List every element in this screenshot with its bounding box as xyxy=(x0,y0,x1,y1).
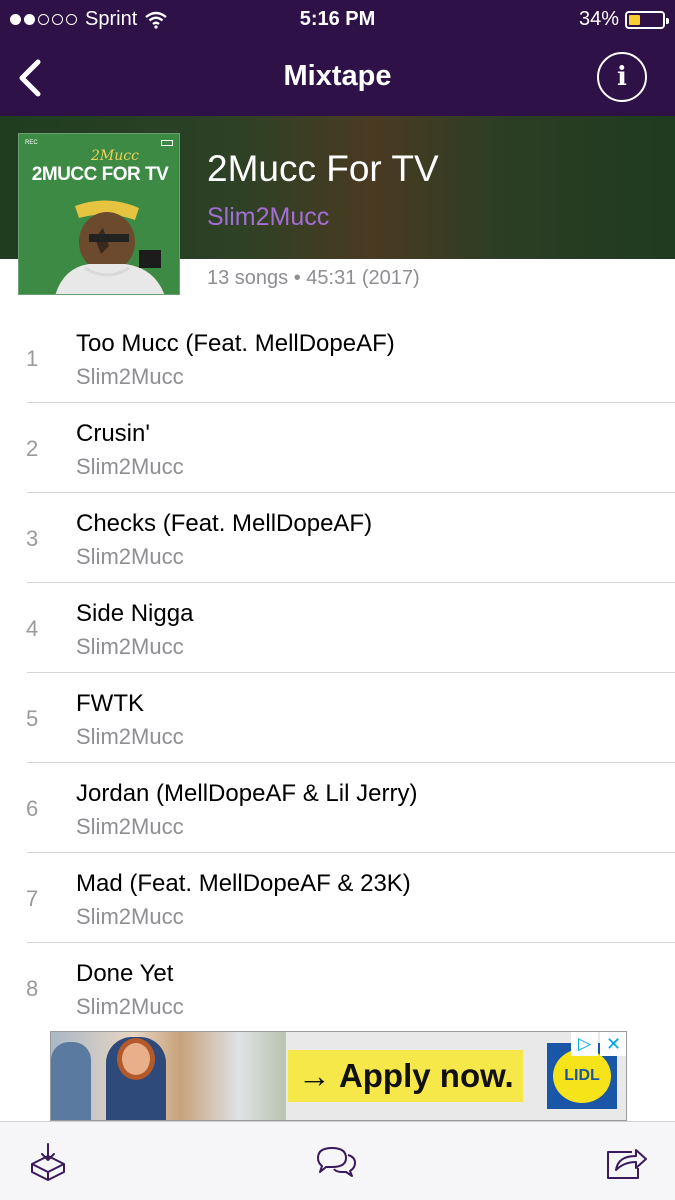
download-button[interactable] xyxy=(26,1140,70,1184)
track-title: Done Yet xyxy=(76,960,174,987)
track-title: Crusin' xyxy=(76,420,150,447)
status-bar: Sprint 5:16 PM 34% xyxy=(0,0,675,40)
track-title: Jordan (MellDopeAF & Lil Jerry) xyxy=(76,780,418,807)
info-button[interactable]: i xyxy=(597,52,647,102)
track-artist: Slim2Mucc xyxy=(76,454,184,479)
chat-bubbles-icon xyxy=(317,1147,356,1177)
track-artist: Slim2Mucc xyxy=(76,814,184,839)
track-row[interactable]: 3 Checks (Feat. MellDopeAF) Slim2Mucc xyxy=(0,493,675,583)
track-number: 1 xyxy=(26,346,39,371)
track-row[interactable]: 4 Side Nigga Slim2Mucc xyxy=(0,583,675,673)
cover-title-text: 2MUCC FOR TV xyxy=(31,164,169,185)
track-title: Mad (Feat. MellDopeAF & 23K) xyxy=(76,870,411,897)
album-artist-link[interactable]: Slim2Mucc xyxy=(207,203,329,232)
track-title: Side Nigga xyxy=(76,600,194,627)
cover-artwork-figure xyxy=(55,200,165,294)
share-button[interactable] xyxy=(604,1140,648,1184)
navigation-bar: Mixtape i xyxy=(0,40,675,116)
status-time: 5:16 PM xyxy=(299,8,376,30)
ad-banner[interactable]: → Apply now. LIDL ▷ ✕ xyxy=(50,1031,627,1121)
ad-close-icon[interactable]: ✕ xyxy=(600,1032,626,1056)
track-list: 1 Too Mucc (Feat. MellDopeAF) Slim2Mucc … xyxy=(0,313,675,1033)
track-row[interactable]: 8 Done Yet Slim2Mucc xyxy=(0,943,675,1033)
track-row[interactable]: 6 Jordan (MellDopeAF & Lil Jerry) Slim2M… xyxy=(0,763,675,853)
battery-percent: 34% xyxy=(578,8,619,30)
bottom-toolbar xyxy=(0,1121,675,1200)
track-title: Too Mucc (Feat. MellDopeAF) xyxy=(76,330,395,357)
track-title: FWTK xyxy=(76,690,144,717)
track-row[interactable]: 7 Mad (Feat. MellDopeAF & 23K) Slim2Mucc xyxy=(0,853,675,943)
track-artist: Slim2Mucc xyxy=(76,364,184,389)
lidl-logo-text: LIDL xyxy=(553,1049,611,1103)
cover-rec-label: REC xyxy=(25,140,38,146)
download-box-icon xyxy=(31,1143,65,1181)
track-artist: Slim2Mucc xyxy=(76,994,184,1019)
album-meta: 13 songs • 45:31 (2017) xyxy=(207,267,420,289)
cover-battery-graphic xyxy=(161,140,173,146)
track-artist: Slim2Mucc xyxy=(76,634,184,659)
page-title: Mixtape xyxy=(283,60,392,92)
adchoices-icon[interactable]: ▷ xyxy=(571,1032,598,1056)
track-number: 4 xyxy=(26,616,39,641)
battery-icon xyxy=(625,10,669,29)
track-number: 7 xyxy=(26,886,39,911)
ad-cta-text[interactable]: → Apply now. xyxy=(288,1050,523,1102)
track-number: 2 xyxy=(26,436,39,461)
share-icon xyxy=(607,1149,647,1179)
album-cover[interactable]: REC 2Mucc 2MUCC FOR TV xyxy=(18,133,180,295)
album-title: 2Mucc For TV xyxy=(207,148,439,189)
track-number: 8 xyxy=(26,976,39,1001)
track-row[interactable]: 2 Crusin' Slim2Mucc xyxy=(0,403,675,493)
battery-fill xyxy=(629,14,640,25)
track-number: 3 xyxy=(26,526,39,551)
track-artist: Slim2Mucc xyxy=(76,904,184,929)
track-artist: Slim2Mucc xyxy=(76,724,184,749)
track-row[interactable]: 5 FWTK Slim2Mucc xyxy=(0,673,675,763)
track-number: 6 xyxy=(26,796,39,821)
track-title: Checks (Feat. MellDopeAF) xyxy=(76,510,373,537)
cover-script-text: 2Mucc xyxy=(91,148,139,164)
info-icon: i xyxy=(617,62,627,92)
comments-button[interactable] xyxy=(314,1140,358,1184)
status-bar-right: 34% xyxy=(578,8,669,31)
track-row[interactable]: 1 Too Mucc (Feat. MellDopeAF) Slim2Mucc xyxy=(0,313,675,403)
track-artist: Slim2Mucc xyxy=(76,544,184,569)
ad-photo xyxy=(51,1032,286,1120)
track-number: 5 xyxy=(26,706,39,731)
